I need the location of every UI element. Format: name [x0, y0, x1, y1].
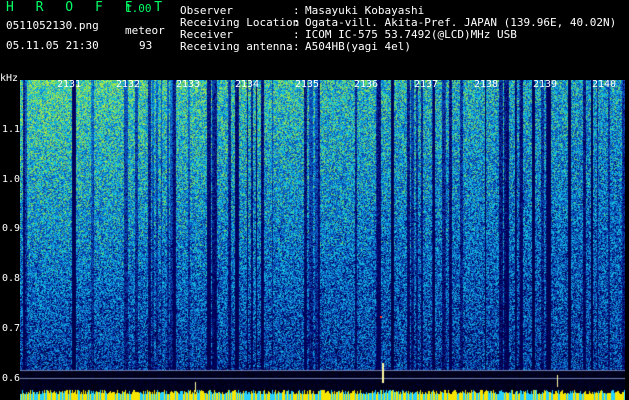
observer-label: Observer — [180, 4, 233, 17]
observation-datetime: 05.11.05 21:30 — [6, 39, 99, 52]
receiver-colon: : — [293, 28, 300, 41]
antenna-label: Receiving antenna — [180, 40, 293, 53]
y-axis-unit: kHz — [0, 73, 19, 84]
x-tick-2134: 2134 — [235, 79, 260, 90]
y-tick-1-0: 1.0 — [2, 174, 21, 185]
location-value: Ogata-vill. Akita-Pref. JAPAN (139.96E, … — [305, 16, 617, 29]
x-tick-2140: 2140 — [592, 79, 617, 90]
x-tick-2132: 2132 — [116, 79, 141, 90]
observer-colon: : — [293, 4, 300, 17]
image-filename: 0511052130.png — [6, 19, 99, 32]
location-label: Receiving Location — [180, 16, 300, 29]
meteor-label: meteor — [125, 24, 165, 37]
x-tick-2139: 2139 — [533, 79, 558, 90]
y-tick-1-1: 1.1 — [2, 124, 21, 135]
x-tick-2135: 2135 — [295, 79, 320, 90]
x-tick-2138: 2138 — [474, 79, 499, 90]
location-colon: : — [293, 16, 300, 29]
antenna-colon: : — [293, 40, 300, 53]
antenna-value: A504HB(yagi 4el) — [305, 40, 411, 53]
receiver-label: Receiver — [180, 28, 233, 41]
x-tick-2131: 2131 — [57, 79, 82, 90]
observer-value: Masayuki Kobayashi — [305, 4, 425, 17]
hroft-window: H R O F F T 1.00 0511052130.png meteor 0… — [0, 0, 629, 400]
app-version: 1.00 — [125, 2, 152, 15]
receiver-value: ICOM IC-575 53.7492(@LCD)MHz USB — [305, 28, 517, 41]
spectrogram-canvas — [20, 80, 625, 400]
x-tick-2133: 2133 — [176, 79, 201, 90]
x-tick-2137: 2137 — [414, 79, 439, 90]
y-tick-0-6: 0.6 — [2, 373, 21, 384]
y-tick-0-7: 0.7 — [2, 323, 21, 334]
y-tick-0-9: 0.9 — [2, 223, 21, 234]
y-tick-0-8: 0.8 — [2, 273, 21, 284]
x-tick-2136: 2136 — [354, 79, 379, 90]
meteor-count: 93 — [139, 39, 153, 52]
